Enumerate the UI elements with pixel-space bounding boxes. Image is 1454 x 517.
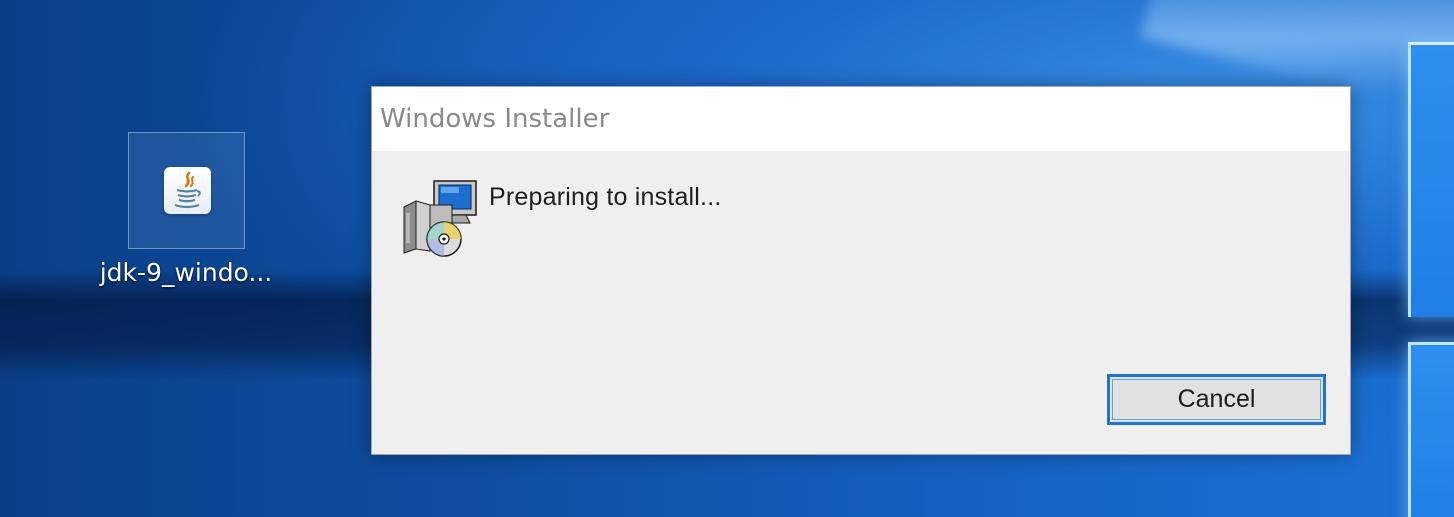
wallpaper-window-pane-bottom: [1408, 342, 1454, 517]
installer-computer-disc-icon: [400, 179, 480, 259]
status-message: Preparing to install...: [489, 183, 722, 211]
java-installer-icon: [164, 167, 211, 214]
wallpaper-window-pane-top: [1408, 42, 1454, 317]
desktop-icon-label[interactable]: jdk-9_windo...: [80, 258, 292, 287]
cancel-button[interactable]: Cancel: [1107, 374, 1326, 425]
cancel-button-label: Cancel: [1112, 379, 1321, 420]
dialog-title: Windows Installer: [380, 104, 610, 134]
desktop-icon-jdk-installer[interactable]: [128, 132, 245, 249]
windows-installer-dialog: Windows Installer Preparing to install..…: [371, 86, 1351, 455]
dialog-titlebar[interactable]: Windows Installer: [372, 87, 1350, 151]
